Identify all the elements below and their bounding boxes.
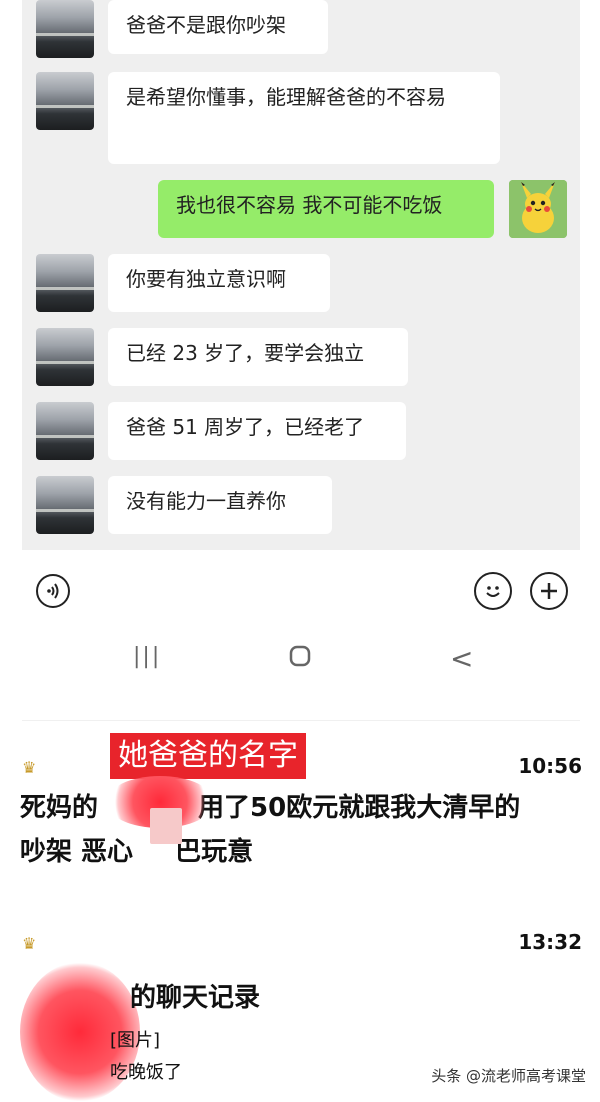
dad-avatar[interactable] — [36, 72, 94, 130]
message-bubble[interactable]: 是希望你懂事，能理解爸爸的不容易 — [108, 72, 500, 164]
message-bubble[interactable]: 爸爸不是跟你吵架 — [108, 0, 328, 54]
smile-icon — [486, 586, 500, 597]
message-bubble[interactable]: 爸爸 51 周岁了，已经老了 — [108, 402, 406, 460]
home-icon — [289, 645, 311, 667]
crown-icon: ♛ — [22, 934, 37, 953]
recent-apps-button[interactable]: ||| — [133, 644, 161, 669]
watermark: 头条 @流老师高考课堂 — [431, 1067, 586, 1085]
home-button[interactable] — [288, 644, 312, 674]
chat-panel: 爸爸不是跟你吵架 是希望你懂事，能理解爸爸的不容易 我也很不容易 我不可能不吃饭 — [22, 0, 580, 550]
dad-avatar[interactable] — [36, 402, 94, 460]
my-avatar[interactable] — [509, 180, 567, 238]
message-bubble[interactable]: 你要有独立意识啊 — [108, 254, 330, 312]
crown-icon: ♛ — [22, 758, 37, 777]
message-text: 没有能力一直养你 — [126, 489, 286, 513]
annotation-label: 她爸爸的名字 — [110, 733, 306, 779]
message-text: 你要有独立意识啊 — [126, 267, 286, 291]
notification-sub: 吃晚饭了 — [110, 1062, 182, 1083]
plus-glyph-icon — [541, 583, 557, 599]
notification-sub: [图片] — [110, 1030, 161, 1051]
message-text: 我也很不容易 我不可能不吃饭 — [176, 193, 443, 217]
dad-avatar[interactable] — [36, 254, 94, 312]
voice-wave-icon — [47, 583, 59, 599]
dad-avatar[interactable] — [36, 476, 94, 534]
emoji-icon[interactable] — [474, 572, 512, 610]
voice-icon[interactable] — [36, 574, 70, 608]
back-button[interactable]: < — [450, 642, 473, 675]
notification-title[interactable]: 的聊天记录 — [130, 976, 260, 1020]
message-bubble[interactable]: 已经 23 岁了，要学会独立 — [108, 328, 408, 386]
divider — [22, 720, 580, 721]
message-text: 爸爸 51 周岁了，已经老了 — [126, 415, 365, 439]
my-message-bubble[interactable]: 我也很不容易 我不可能不吃饭 — [158, 180, 494, 238]
dad-avatar[interactable] — [36, 0, 94, 58]
message-bubble[interactable]: 没有能力一直养你 — [108, 476, 332, 534]
notification-text[interactable]: 死妈的 用了50欧元就跟我大清早的 吵架 恶心 巴玩意 — [20, 786, 520, 874]
notification-text-part: 用了50欧元就跟我大清早的 — [198, 793, 521, 823]
message-text: 已经 23 岁了，要学会独立 — [126, 341, 365, 365]
dad-avatar[interactable] — [36, 328, 94, 386]
notification-time: 13:32 — [518, 930, 582, 954]
notification-text-part: 巴玩意 — [175, 837, 254, 867]
notification-time: 10:56 — [518, 754, 582, 778]
message-text: 是希望你懂事，能理解爸爸的不容易 — [126, 85, 446, 109]
notification-text-part: 吵架 恶心 — [20, 837, 134, 867]
plus-icon[interactable] — [530, 572, 568, 610]
redaction-block — [150, 808, 182, 844]
pikachu-avatar-icon — [509, 180, 567, 238]
notification-text-part: 死妈的 — [20, 793, 99, 823]
message-text: 爸爸不是跟你吵架 — [126, 13, 286, 37]
